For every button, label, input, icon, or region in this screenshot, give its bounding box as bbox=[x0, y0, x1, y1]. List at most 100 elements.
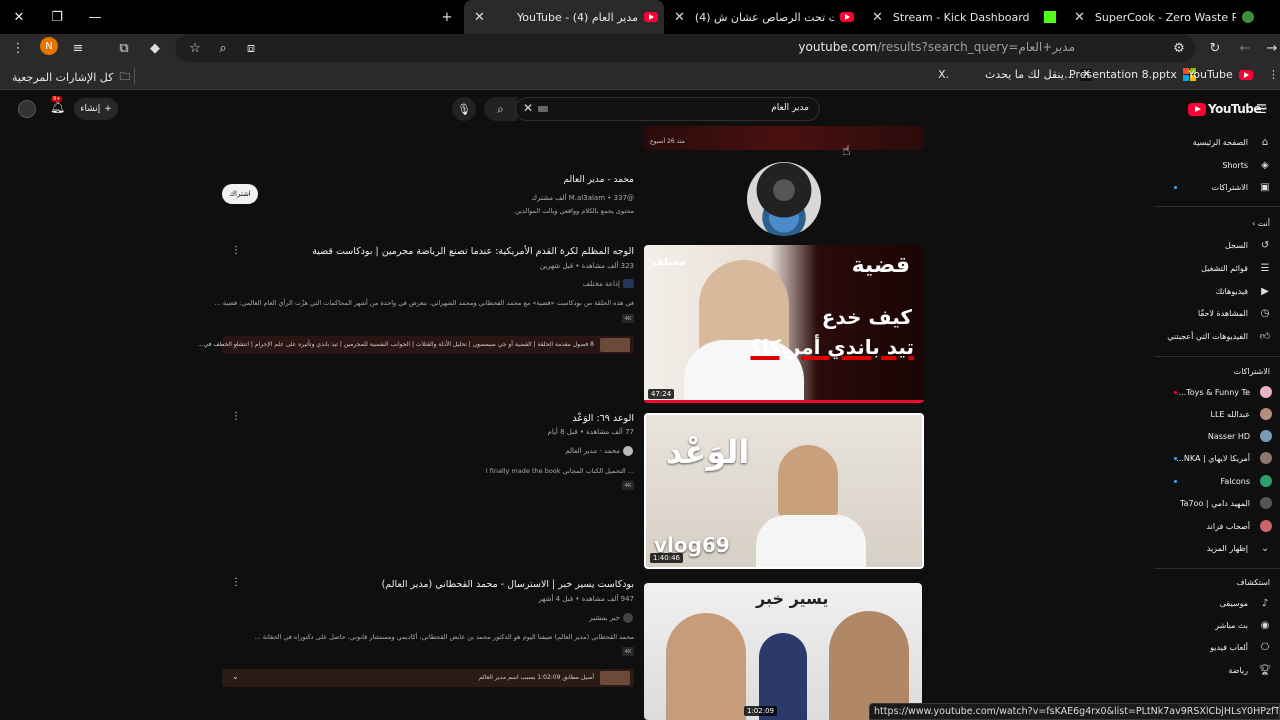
tab-supercook[interactable]: ✕ SuperCook - Zero Waste Recipe bbox=[1064, 0, 1260, 34]
video-thumbnail[interactable]: قضية كيف خدع تيد باندي أمريكا؟ مختلف 47:… bbox=[644, 245, 924, 403]
sidebar-sub-3[interactable]: Nasser HD bbox=[1160, 425, 1272, 447]
video-title[interactable]: الوجه المظلم لكرة القدم الأمريكية: عندما… bbox=[312, 246, 634, 257]
site-settings-icon[interactable]: ⚙ bbox=[1169, 38, 1189, 58]
url-text[interactable]: youtube.com/results?search_query=مدير+ال… bbox=[798, 40, 1075, 54]
video-title[interactable]: بودكاست يسير خبر | الاسترسال - محمد القح… bbox=[382, 579, 634, 590]
close-tab-icon[interactable]: ✕ bbox=[872, 10, 883, 25]
video-thumbnail[interactable]: الوَعْد vlog69 1:40:46 bbox=[644, 413, 924, 569]
chapters-bar[interactable]: ⌄ 8 فصول مقدمة الحلقة | القضية أو جي سيم… bbox=[198, 336, 634, 354]
reading-list-icon[interactable]: ≡ bbox=[68, 38, 88, 58]
tab-video[interactable]: ✕ (4) ركضت تحت الرصاص عشان ش bbox=[664, 0, 860, 34]
sidebar-item-history[interactable]: ↺ السجل bbox=[1160, 234, 1272, 256]
back-arrow-icon[interactable]: → bbox=[1262, 38, 1280, 58]
sidebar-item-music[interactable]: ♪ موسيقى bbox=[1160, 592, 1272, 614]
apps-grid-icon[interactable]: ⋮⋮ bbox=[1268, 68, 1280, 81]
video-meta: 77 ألف مشاهدة • قبل 8 أيام bbox=[547, 428, 634, 436]
tab-kick[interactable]: ✕ Stream - Kick Dashboard bbox=[862, 0, 1062, 34]
notifications-bell-icon[interactable]: 🔔︎ 9+ bbox=[50, 96, 65, 114]
sidebar-sub-6[interactable]: المهيد دامي | Ta7oo bbox=[1160, 492, 1272, 514]
create-button[interactable]: إنشاء + bbox=[74, 98, 118, 120]
bookmark-x-news[interactable]: X. bbox=[938, 68, 949, 81]
close-tab-icon[interactable]: ✕ bbox=[1074, 10, 1085, 25]
sidebar-item-liked[interactable]: 👍︎ الفيديوهات التي أعجبتني bbox=[1160, 325, 1272, 347]
sidebar-item-gaming[interactable]: ⎔ ألعاب فيديو bbox=[1160, 636, 1272, 658]
sidebar-sub-1[interactable]: Toys & Funny Te... bbox=[1160, 381, 1272, 403]
bookmark-presentation[interactable]: Presentation 8.pptx bbox=[1069, 68, 1196, 81]
close-tab-icon[interactable]: ✕ bbox=[474, 10, 485, 25]
search-button[interactable]: ⌕ bbox=[484, 97, 517, 121]
forward-arrow-icon[interactable]: ← bbox=[1235, 38, 1255, 58]
zoom-icon[interactable]: ⌕ bbox=[213, 38, 233, 58]
hamburger-menu-icon[interactable]: ☰ bbox=[1256, 102, 1267, 116]
subscribe-button[interactable]: اشتراك bbox=[222, 184, 258, 204]
close-window-icon[interactable]: ✕ bbox=[0, 0, 38, 34]
bookmark-label: YouTube bbox=[1188, 68, 1233, 81]
sidebar-sub-2[interactable]: عبدالله LLE bbox=[1160, 403, 1272, 425]
sidebar-sub-4[interactable]: أمريكا لايهاي | NKA... bbox=[1160, 447, 1272, 469]
more-actions-icon[interactable]: ⋮ bbox=[231, 245, 241, 256]
channel-avatar[interactable] bbox=[747, 162, 821, 236]
sidebar-item-subscriptions[interactable]: ▣ الاشتراكات bbox=[1160, 176, 1272, 198]
more-actions-icon[interactable]: ⋮ bbox=[231, 411, 241, 422]
extensions-icon[interactable]: ⧉ bbox=[114, 38, 134, 58]
channel-name[interactable]: محمد - مدير العالم bbox=[564, 175, 634, 185]
restore-window-icon[interactable]: ❐ bbox=[38, 0, 76, 34]
sidebar-item-shorts[interactable]: ◈ Shorts bbox=[1160, 154, 1272, 176]
video-channel-name[interactable]: محمد - مدير العالم bbox=[565, 447, 620, 455]
bookmark-youtube[interactable]: YouTube bbox=[1188, 68, 1259, 81]
new-content-dot bbox=[1174, 480, 1177, 483]
profile-avatar[interactable]: N bbox=[40, 37, 58, 55]
new-tab-button[interactable]: + bbox=[428, 0, 466, 34]
keyboard-icon[interactable] bbox=[538, 106, 548, 112]
channel-avatar[interactable] bbox=[623, 446, 633, 456]
youtube-logo[interactable]: YouTube SA bbox=[1188, 102, 1267, 116]
sidebar-item-your-videos[interactable]: ▶ فيديوهاتك bbox=[1160, 280, 1272, 302]
thumbnail-person bbox=[778, 445, 838, 521]
chevron-down-icon[interactable]: ⌄ bbox=[232, 672, 239, 681]
chevron-right-icon: › bbox=[1251, 219, 1256, 228]
diamond-icon[interactable]: ◆ bbox=[145, 38, 165, 58]
sidebar-sub-7[interactable]: أصحاب فراند bbox=[1160, 515, 1272, 537]
sidebar-item-playlists[interactable]: ☰ قوائم التشغيل bbox=[1160, 257, 1272, 279]
quality-badge: 4K bbox=[622, 647, 634, 656]
partial-video-thumbnail[interactable]: منذ 26 أسبوع bbox=[644, 126, 924, 150]
channel-handle-subs: @M.al3alam • 337 ألف مشترك bbox=[531, 194, 634, 202]
address-bar[interactable]: ☆ ⌕ ⧈ youtube.com/results?search_query=م… bbox=[175, 34, 1195, 62]
video-channel-name[interactable]: إذاعة مختلف bbox=[583, 280, 620, 288]
sidebar-you-header[interactable]: أنت › bbox=[1252, 219, 1270, 228]
sidebar-item-live[interactable]: ◉ بث مباشر bbox=[1160, 614, 1272, 636]
minimize-window-icon[interactable]: — bbox=[76, 0, 114, 34]
music-icon: ♪ bbox=[1261, 597, 1269, 609]
quality-badge: 4K bbox=[622, 314, 634, 323]
sidebar-item-label: إظهار المزيد bbox=[1206, 543, 1248, 553]
account-avatar[interactable] bbox=[18, 100, 36, 118]
sidebar-item-sports[interactable]: 🏆︎ رياضة bbox=[1160, 659, 1272, 681]
tab-youtube[interactable]: ✕ YouTube - مدير العام (4) bbox=[464, 0, 664, 34]
channel-avatar[interactable] bbox=[623, 279, 634, 288]
channel-avatar[interactable] bbox=[623, 613, 633, 623]
clear-search-icon[interactable]: ✕ bbox=[523, 101, 533, 115]
channel-avatar bbox=[1260, 430, 1272, 442]
sidebar-item-home[interactable]: ⌂ الصفحة الرئيسية bbox=[1160, 131, 1272, 153]
menu-kebab-icon[interactable]: ⋮ bbox=[8, 38, 28, 58]
channel-avatar bbox=[1260, 520, 1272, 532]
search-input[interactable]: ✕ مدير العام bbox=[515, 97, 820, 121]
more-actions-icon[interactable]: ⋮ bbox=[231, 577, 241, 588]
reload-icon[interactable]: ↻ bbox=[1205, 38, 1225, 58]
sidebar-sub-5[interactable]: Falcons bbox=[1160, 470, 1272, 492]
browser-tab-strip: ✕ ❐ — + ✕ YouTube - مدير العام (4) ✕ (4)… bbox=[0, 0, 1280, 34]
install-app-icon[interactable]: ⧈ bbox=[241, 38, 261, 58]
bookmark-star-icon[interactable]: ☆ bbox=[185, 38, 205, 58]
youtube-header: 🔔︎ 9+ إنشاء + 🎙︎ ⌕ ✕ مدير العام YouTube … bbox=[0, 92, 1280, 126]
key-moments-bar[interactable]: ⌄ أصيل مطابق 1:02:09 بسبب اسم مدير العال… bbox=[222, 669, 634, 687]
tab-title: (4) ركضت تحت الرصاص عشان ش bbox=[694, 10, 834, 24]
voice-search-icon[interactable]: 🎙︎ bbox=[452, 97, 476, 121]
video-thumbnail[interactable]: يسير خبر 1:02:09 bbox=[644, 583, 922, 720]
video-title[interactable]: الوعد ٦٩: الوَعْد bbox=[572, 413, 634, 424]
sidebar-item-watch-later[interactable]: ◷ المشاهدة لاحقًا bbox=[1160, 302, 1272, 324]
sidebar-show-more[interactable]: ⌄ إظهار المزيد bbox=[1160, 537, 1272, 559]
all-bookmarks[interactable]: كل الإشارات المرجعية 🗀 bbox=[12, 68, 130, 87]
sidebar-item-label: قوائم التشغيل bbox=[1201, 263, 1248, 273]
video-channel-name[interactable]: خبر بمشير bbox=[589, 614, 620, 622]
close-tab-icon[interactable]: ✕ bbox=[674, 10, 685, 25]
